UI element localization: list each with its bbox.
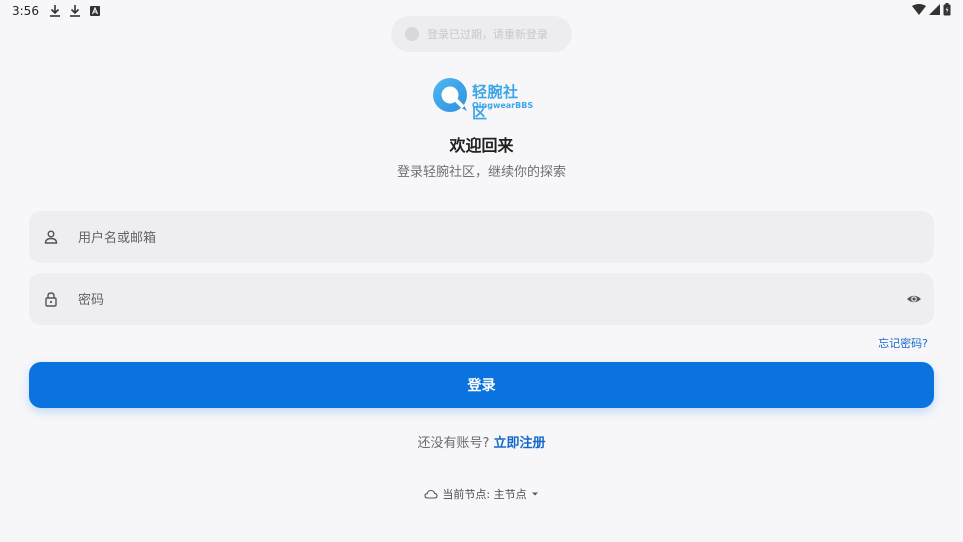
wifi-icon [912, 3, 926, 15]
session-expired-toast: 登录已过期，请重新登录 [391, 16, 572, 52]
forgot-password-link[interactable]: 忘记密码? [878, 335, 928, 351]
page-subtitle: 登录轻腕社区，继续你的探索 [396, 165, 566, 180]
register-prompt-line: 还没有账号? 立即注册 [0, 432, 963, 451]
person-icon [44, 230, 58, 244]
app-logo: 轻腕社区 QingwearBBS [432, 76, 534, 122]
download-icon [70, 5, 80, 17]
login-button[interactable]: 登录 [29, 362, 934, 408]
username-field[interactable] [29, 211, 934, 265]
register-link[interactable]: 立即注册 [494, 436, 546, 451]
download-icon [50, 5, 60, 17]
username-input[interactable] [76, 211, 900, 265]
signal-icon [929, 3, 940, 15]
battery-icon [943, 3, 951, 16]
password-input[interactable] [76, 273, 900, 327]
logo-subtitle: QingwearBBS [472, 101, 534, 110]
app-a-icon [90, 6, 100, 16]
cloud-icon [424, 489, 438, 499]
lock-icon [45, 292, 57, 307]
page-title: 欢迎回来 [449, 136, 514, 155]
toast-text: 登录已过期，请重新登录 [427, 28, 548, 41]
toast-icon [405, 27, 419, 41]
status-notification-icons [48, 4, 102, 18]
node-label: 当前节点: 主节点 [442, 488, 527, 501]
eye-icon[interactable] [906, 291, 922, 307]
status-time: 3:56 [12, 4, 39, 18]
node-selector[interactable]: 当前节点: 主节点 [0, 486, 963, 502]
register-prompt: 还没有账号? [417, 436, 490, 451]
password-field[interactable] [29, 273, 934, 327]
caret-down-icon [531, 492, 538, 496]
status-system-icons [912, 3, 951, 16]
logo-mark-icon [433, 78, 467, 112]
login-screen: 3:56 登录已过期，请重新登录 轻腕社区 QingwearBBS 欢迎回来 登… [0, 0, 963, 542]
